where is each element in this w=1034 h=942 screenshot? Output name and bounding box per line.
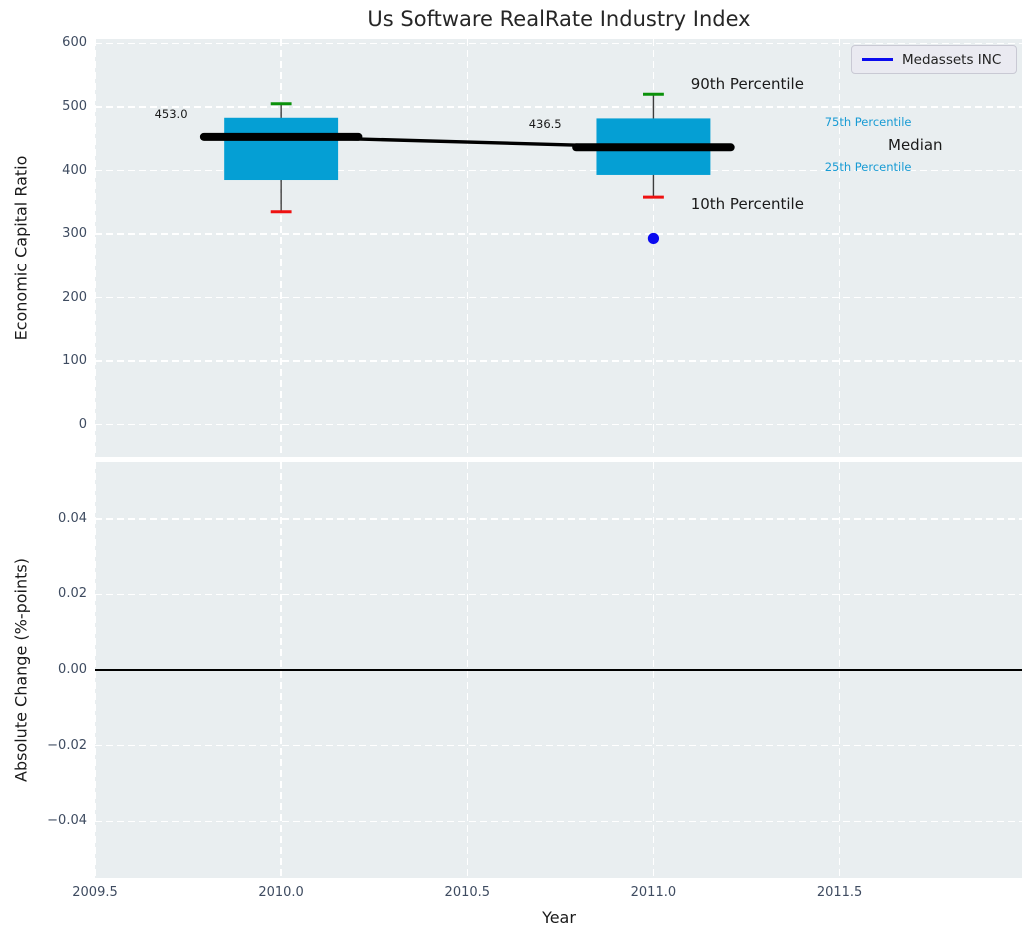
y-tick-label: 0 bbox=[15, 416, 87, 434]
y-tick-label: 300 bbox=[15, 225, 87, 243]
axes-bottom bbox=[95, 462, 1022, 878]
annotation: 25th Percentile bbox=[825, 160, 912, 174]
company-data-point bbox=[648, 233, 659, 244]
legend-line-swatch bbox=[862, 58, 893, 61]
figure: Us Software RealRate Industry Index Econ… bbox=[0, 0, 1034, 942]
boxplot-canvas bbox=[95, 39, 1022, 457]
y-tick-label: 400 bbox=[15, 162, 87, 180]
annotation: 436.5 bbox=[529, 117, 562, 131]
gridline-horizontal bbox=[95, 745, 1022, 747]
annotation: 453.0 bbox=[155, 107, 188, 121]
annotation: 75th Percentile bbox=[825, 115, 912, 129]
y-tick-label: 0.02 bbox=[15, 585, 87, 603]
x-tick-label: 2011.5 bbox=[795, 884, 885, 902]
y-axis-label-top: Economic Capital Ratio bbox=[12, 156, 31, 341]
annotation: 10th Percentile bbox=[691, 195, 804, 213]
gridline-horizontal bbox=[95, 518, 1022, 520]
y-tick-label: 0.00 bbox=[15, 661, 87, 679]
x-tick-label: 2010.5 bbox=[422, 884, 512, 902]
annotation: 90th Percentile bbox=[691, 75, 804, 93]
y-tick-label: 500 bbox=[15, 98, 87, 116]
y-tick-label: −0.02 bbox=[15, 737, 87, 755]
axes-top bbox=[95, 39, 1022, 457]
legend: Medassets INC bbox=[851, 45, 1017, 74]
x-tick-label: 2010.0 bbox=[236, 884, 326, 902]
y-tick-label: 600 bbox=[15, 34, 87, 52]
x-tick-label: 2009.5 bbox=[50, 884, 140, 902]
annotation: Median bbox=[888, 136, 943, 154]
zero-line bbox=[95, 669, 1022, 671]
box-iqr bbox=[224, 118, 338, 180]
gridline-horizontal bbox=[95, 821, 1022, 823]
x-axis-label: Year bbox=[542, 908, 576, 927]
gridline-horizontal bbox=[95, 594, 1022, 596]
chart-title: Us Software RealRate Industry Index bbox=[367, 7, 750, 31]
y-tick-label: 100 bbox=[15, 352, 87, 370]
legend-label: Medassets INC bbox=[902, 52, 1001, 68]
x-tick-label: 2011.0 bbox=[608, 884, 698, 902]
y-tick-label: −0.04 bbox=[15, 812, 87, 830]
y-tick-label: 200 bbox=[15, 289, 87, 307]
y-tick-label: 0.04 bbox=[15, 510, 87, 528]
